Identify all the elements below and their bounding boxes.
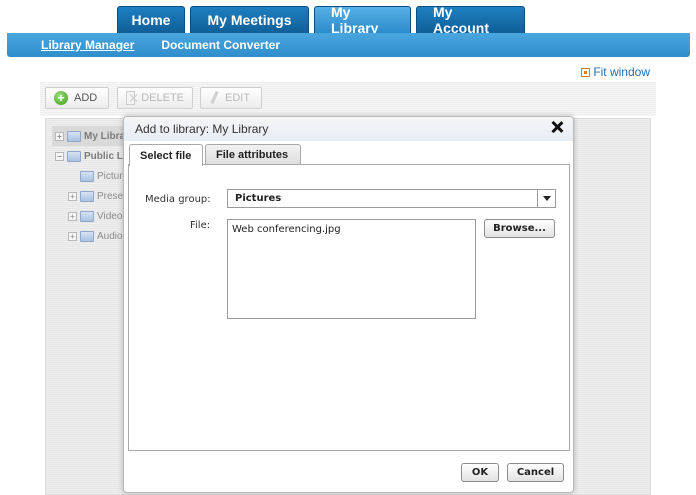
close-icon[interactable] [551,121,563,133]
pencil-icon [209,91,219,105]
library-manager-link[interactable]: Library Manager [41,38,134,52]
main-navigation: Home My Meetings My Library My Account [117,4,525,36]
add-button-label: ADD [74,92,98,104]
delete-icon [126,91,136,105]
fit-window-label: Fit window [593,65,650,79]
collapse-icon[interactable]: − [55,151,64,161]
folder-icon [80,230,94,242]
fit-window-icon [581,67,591,77]
file-name: Web conferencing.jpg [232,224,341,235]
folder-icon [67,130,81,142]
cancel-button[interactable]: Cancel [507,463,564,482]
tab-my-account[interactable]: My Account [416,4,525,36]
expand-icon[interactable]: + [55,131,64,141]
plus-icon: + [54,91,68,105]
tree-item-audio[interactable]: + Audio [52,226,132,246]
dialog-title: Add to library: My Library [135,122,269,136]
folder-icon [80,210,94,222]
tree-item-label: Audio [97,230,123,242]
file-label: File: [190,220,211,231]
tab-home[interactable]: Home [117,6,185,33]
dialog-body: Media group: Pictures File: Web conferen… [128,164,570,451]
media-group-label: Media group: [145,194,211,205]
dialog-tabs: Select file File attributes [129,144,301,166]
expand-icon[interactable]: + [68,191,77,201]
folder-icon [80,170,94,182]
fit-window-link[interactable]: Fit window [581,65,650,79]
tab-my-meetings[interactable]: My Meetings [190,6,309,33]
tab-file-attributes[interactable]: File attributes [205,144,301,165]
delete-button[interactable]: DELETE [117,87,193,109]
media-group-value: Pictures [235,193,282,204]
chevron-down-icon[interactable] [537,190,555,207]
edit-button-label: EDIT [225,92,251,104]
tree-item-public-library[interactable]: − Public Library [52,146,132,166]
file-list[interactable]: Web conferencing.jpg [227,219,476,319]
media-group-select[interactable]: Pictures [227,189,556,208]
sub-navigation: Library Manager Document Converter [7,33,690,57]
library-tree: + My Library − Public Library Pictures +… [52,126,132,246]
tree-item-my-library[interactable]: + My Library [52,126,132,146]
folder-icon [67,150,81,162]
expand-icon[interactable]: + [68,211,77,221]
expand-icon[interactable]: + [68,231,77,241]
document-converter-link[interactable]: Document Converter [161,38,280,52]
add-to-library-dialog: Add to library: My Library Select file F… [123,116,574,493]
browse-button[interactable]: Browse... [484,219,555,238]
edit-button[interactable]: EDIT [200,87,262,109]
tab-select-file[interactable]: Select file [129,144,203,166]
tree-item-pictures[interactable]: Pictures [52,166,132,186]
tab-my-library[interactable]: My Library [314,4,411,36]
folder-icon [80,190,94,202]
library-toolbar: + ADD DELETE EDIT [40,82,656,116]
delete-button-label: DELETE [141,92,184,104]
tree-item-videos[interactable]: + Videos [52,206,132,226]
dialog-header[interactable]: Add to library: My Library [124,117,573,141]
tree-item-presentations[interactable]: + Presentations [52,186,132,206]
add-button[interactable]: + ADD [45,87,109,109]
ok-button[interactable]: OK [461,463,499,482]
